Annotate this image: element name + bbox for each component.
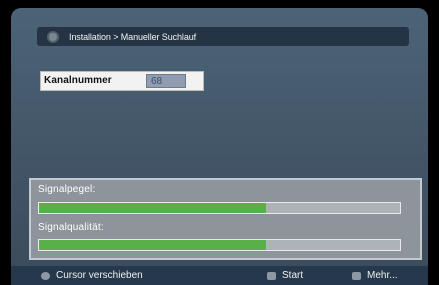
menu-icon — [49, 32, 57, 41]
channel-number-label: Kanalnummer — [44, 75, 112, 86]
start-hint: Start — [267, 270, 303, 281]
signal-panel: Signalpegel: Signalqualität: — [29, 178, 422, 260]
footer-help-bar: Cursor verschieben Start Mehr... — [11, 266, 428, 285]
signal-quality-label: Signalqualität: — [38, 222, 104, 233]
move-cursor-hint: Cursor verschieben — [41, 270, 143, 281]
start-label: Start — [282, 270, 304, 281]
breadcrumb-text: Installation > Manueller Suchlauf — [69, 31, 197, 42]
breadcrumb: Installation > Manueller Suchlauf — [37, 27, 409, 46]
signal-level-fill — [39, 203, 267, 213]
tv-screen: Installation > Manueller Suchlauf Kanaln… — [11, 8, 428, 285]
channel-number-row[interactable]: Kanalnummer 68 — [40, 71, 204, 91]
signal-quality-fill — [39, 240, 267, 250]
more-hint: Mehr... — [352, 270, 398, 281]
move-cursor-label: Cursor verschieben — [56, 270, 143, 281]
signal-level-bar — [38, 202, 401, 214]
navigation-icon — [41, 271, 50, 280]
signal-level-label: Signalpegel: — [38, 184, 96, 195]
signal-quality-bar — [38, 239, 401, 251]
channel-number-field[interactable]: 68 — [146, 74, 186, 88]
ok-icon — [267, 271, 276, 280]
more-label: Mehr... — [367, 270, 398, 281]
info-icon — [352, 271, 361, 280]
